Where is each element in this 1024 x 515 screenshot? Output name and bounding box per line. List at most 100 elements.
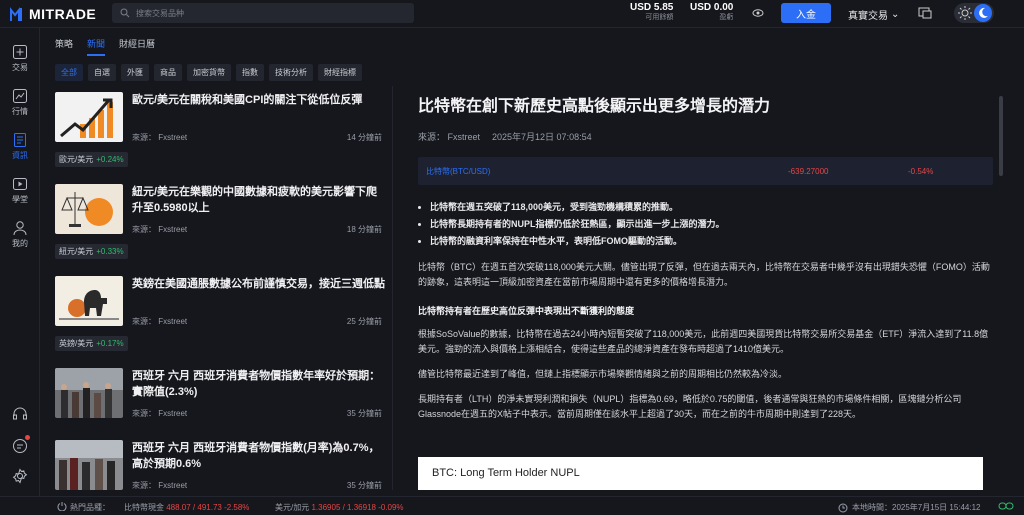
power-icon (57, 502, 67, 511)
instrument-change: +0.24% (96, 155, 124, 164)
brand-name: MITRADE (29, 6, 97, 22)
news-source: 來源： Fxstreet (132, 409, 188, 418)
sidebar-item-news[interactable]: 資訊 (0, 132, 40, 161)
chevron-down-icon: ⌄ (891, 9, 900, 20)
news-item[interactable]: 歐元/美元在關稅和美國CPI的關注下從低位反彈 來源： Fxstreet 14 … (55, 86, 390, 176)
ticker-name: 美元/加元 (275, 503, 310, 512)
quote-percent-change: -0.54% (908, 166, 934, 176)
sidebar-item-label: 我的 (12, 239, 28, 248)
article-source: 來源： Fxstreet (418, 132, 481, 142)
account-mode-select[interactable]: 真實交易 ⌄ (848, 7, 899, 22)
sidebar-item-label: 行情 (12, 107, 28, 116)
news-title: 西班牙 六月 西班牙消費者物價指數(月率)為0.7%，高於預期0.6% (132, 442, 380, 470)
support-icon[interactable] (12, 407, 28, 423)
status-bar: 熱門品種： 比特幣現金 488.07 / 491.73 -2.58% 美元/加元… (0, 496, 1024, 515)
ticker-name: 比特幣現金 (124, 503, 164, 512)
category-crypto[interactable]: 加密貨幣 (187, 64, 231, 81)
news-item[interactable]: 紐元/美元在樂觀的中國數據和疲軟的美元影響下爬升至0.5980以上 來源： Fx… (55, 178, 390, 268)
sidebar-item-label: 資訊 (12, 151, 28, 160)
article-subheading: 比特幣持有者在歷史高位反彈中表現出不斷獲利的態度 (418, 306, 635, 316)
account-mode-label: 真實交易 (848, 11, 888, 22)
layout-icon[interactable] (917, 5, 933, 21)
image-caption: BTC: Long Term Holder NUPL (432, 467, 580, 479)
instrument-name: 歐元/美元 (59, 155, 94, 164)
instrument-change: +0.17% (96, 339, 124, 348)
article-panel: 比特幣在創下新歷史高點後顯示出更多增長的潛力 來源： Fxstreet 2025… (418, 92, 993, 490)
logo[interactable]: MITRADE (10, 5, 96, 23)
panel-divider (392, 86, 393, 490)
news-title: 西班牙 六月 西班牙消費者物價指數年率好於預期：實際值(2.3%) (132, 370, 381, 398)
article-date: 2025年7月12日 07:08:54 (492, 132, 592, 142)
news-thumbnail (55, 92, 123, 142)
article-scrollbar[interactable] (999, 96, 1003, 176)
sidebar-item-label: 交易 (12, 63, 28, 72)
article-meta: 來源： Fxstreet 2025年7月12日 07:08:54 (418, 130, 993, 143)
user-icon (13, 221, 27, 236)
deposit-button[interactable]: 入金 (781, 3, 831, 23)
category-indices[interactable]: 指數 (236, 64, 264, 81)
news-source: 來源： Fxstreet (132, 317, 188, 326)
sidebar-item-label: 學堂 (12, 195, 28, 204)
search-input[interactable] (136, 8, 406, 18)
sun-icon (958, 6, 972, 20)
tab-calendar[interactable]: 財經日曆 (119, 37, 155, 56)
news-time: 35 分鐘前 (346, 481, 382, 490)
news-title: 歐元/美元在關稅和美國CPI的關注下從低位反彈 (132, 94, 363, 106)
category-commodities[interactable]: 商品 (154, 64, 182, 81)
sidebar-item-me[interactable]: 我的 (0, 220, 40, 249)
category-all[interactable]: 全部 (55, 64, 83, 81)
tab-strategy[interactable]: 策略 (55, 37, 73, 56)
hot-label: 熱門品種： (70, 503, 110, 512)
news-thumbnail (55, 184, 123, 234)
link-icon[interactable] (998, 499, 1014, 513)
news-time: 35 分鐘前 (346, 409, 382, 418)
news-time: 18 分鐘前 (346, 225, 382, 234)
highlight-item: 比特幣在週五突破了118,000美元，受到強勁機構積累的推動。 (430, 199, 993, 216)
message-icon[interactable] (12, 438, 28, 454)
news-thumbnail (55, 276, 123, 326)
category-indicators[interactable]: 財經指標 (318, 64, 362, 81)
news-item[interactable]: 英鎊在美國通脹數據公布前謹慎交易，接近三週低點 來源： Fxstreet 25 … (55, 270, 390, 360)
sidebar-item-market[interactable]: 行情 (0, 88, 40, 117)
tab-news[interactable]: 新聞 (87, 37, 106, 56)
available-balance: USD 5.85 可用餘額 (630, 3, 673, 23)
instrument-quote[interactable]: 比特幣(BTC/USD) -639.27000 -0.54% (418, 157, 993, 185)
instrument-tag[interactable]: 歐元/美元 +0.24% (55, 152, 128, 167)
news-time: 25 分鐘前 (346, 317, 382, 326)
sidebar-item-trade[interactable]: 交易 (0, 44, 40, 73)
ticker-item[interactable]: 美元/加元 1.36905 / 1.36918 -0.09% (275, 502, 404, 513)
logo-icon (10, 6, 22, 21)
news-time: 14 分鐘前 (346, 133, 382, 142)
news-thumbnail (55, 368, 123, 418)
article-title: 比特幣在創下新歷史高點後顯示出更多增長的潛力 (418, 98, 771, 115)
ticker-values: 1.36905 / 1.36918 -0.09% (311, 503, 404, 512)
eye-icon[interactable] (752, 7, 764, 19)
ticker-item[interactable]: 比特幣現金 488.07 / 491.73 -2.58% (124, 502, 249, 513)
highlight-item: 比特幣的融資利率保持在中性水平，表明低FOMO驅動的活動。 (430, 233, 993, 250)
article-paragraph: 根據SoSoValue的數據，比特幣在過去24小時內短暫突破了118,000美元… (418, 329, 989, 354)
article-highlights: 比特幣在週五突破了118,000美元，受到強勁機構積累的推動。 比特幣長期持有者… (418, 199, 993, 250)
instrument-tag[interactable]: 紐元/美元 +0.33% (55, 244, 128, 259)
gear-icon[interactable] (12, 468, 28, 484)
pnl-label: 盈虧 (719, 14, 734, 21)
sidebar: 交易 行情 資訊 學堂 我的 (0, 28, 40, 496)
theme-toggle[interactable] (954, 3, 994, 23)
local-clock: 本地時間：2025年7月15日 15:44:12 (838, 502, 981, 513)
article-paragraph: 比特幣（BTC）在週五首次突破118,000美元大關。儘管出現了反彈，但在過去兩… (418, 262, 990, 287)
available-balance-label: 可用餘額 (645, 14, 674, 21)
search-icon (120, 8, 130, 18)
moon-icon (974, 4, 992, 22)
category-watchlist[interactable]: 自選 (88, 64, 116, 81)
instrument-name: 紐元/美元 (59, 247, 94, 256)
search-box[interactable] (112, 3, 414, 23)
category-forex[interactable]: 外匯 (121, 64, 149, 81)
notification-dot (25, 435, 30, 440)
news-item[interactable]: 西班牙 六月 西班牙消費者物價指數(月率)為0.7%，高於預期0.6% 來源： … (55, 434, 390, 490)
instrument-name: 英鎊/美元 (59, 339, 94, 348)
category-technical[interactable]: 技術分析 (269, 64, 313, 81)
instrument-tag[interactable]: 英鎊/美元 +0.17% (55, 336, 128, 351)
article-image: BTC: Long Term Holder NUPL (418, 457, 983, 490)
category-filters: 全部 自選 外匯 商品 加密貨幣 指數 技術分析 財經指標 (55, 64, 362, 81)
sidebar-item-academy[interactable]: 學堂 (0, 176, 40, 205)
section-tabs: 策略 新聞 財經日曆 (55, 37, 155, 56)
